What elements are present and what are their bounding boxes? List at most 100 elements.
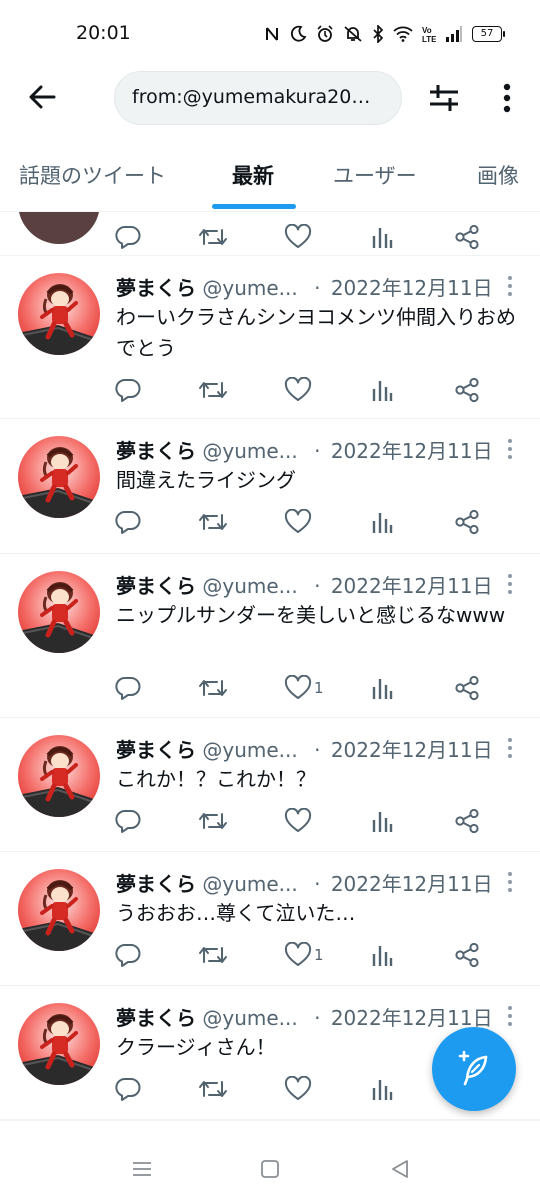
menu-lines-icon[interactable] xyxy=(130,1157,154,1181)
reply-button[interactable] xyxy=(114,507,142,537)
author-name[interactable]: 夢まくら xyxy=(116,738,196,762)
back-button[interactable] xyxy=(22,79,62,115)
views-button[interactable] xyxy=(370,673,394,703)
avatar[interactable] xyxy=(18,869,100,951)
tweet-date[interactable]: 2022年12月11日 xyxy=(331,574,493,598)
retweet-button[interactable] xyxy=(198,375,228,405)
tweet-text: これか！？これか！？ xyxy=(116,767,316,791)
share-button[interactable] xyxy=(454,375,480,405)
tab-top[interactable]: 話題のツイート xyxy=(19,160,166,190)
tweet[interactable]: 夢まくら @yume... · 2022年12月11日 わーいクラさんシンヨコメ… xyxy=(0,256,540,419)
reply-icon xyxy=(115,1077,141,1101)
like-button[interactable] xyxy=(284,222,312,252)
top-bar: from:@yumemakura20… xyxy=(0,66,540,128)
home-square-icon[interactable] xyxy=(258,1157,282,1181)
author-name[interactable]: 夢まくら xyxy=(116,574,196,598)
author-handle[interactable]: @yume... xyxy=(202,1006,297,1030)
like-button[interactable] xyxy=(284,507,314,537)
tweet[interactable]: 夢まくら @yume... · 2022年12月11日 うおおお…尊くて泣いた…… xyxy=(0,852,540,986)
svg-text:LTE: LTE xyxy=(422,35,436,43)
tweet[interactable]: 夢まくら @yume... · 2022年12月11日 ニップルサンダーを美しい… xyxy=(0,554,540,718)
reply-button[interactable] xyxy=(114,222,142,252)
tweet[interactable]: 夢まくら @yume... · 2022年12月11日 間違えたライジング xyxy=(0,419,540,554)
tab-photos[interactable]: 画像 xyxy=(477,160,519,190)
filter-button[interactable] xyxy=(424,80,464,116)
author-name[interactable]: 夢まくら xyxy=(116,439,196,463)
author-handle[interactable]: @yume... xyxy=(202,872,297,896)
tweet-menu-button[interactable] xyxy=(502,870,518,894)
tweet-menu-button[interactable] xyxy=(502,437,518,461)
author-name[interactable]: 夢まくら xyxy=(116,276,196,300)
tweet-menu-button[interactable] xyxy=(502,1004,518,1028)
views-button[interactable] xyxy=(370,806,394,836)
retweet-icon xyxy=(199,1081,227,1097)
author-handle[interactable]: @yume... xyxy=(202,738,297,762)
tweet-partial[interactable] xyxy=(0,212,540,256)
author-name[interactable]: 夢まくら xyxy=(116,1006,196,1030)
like-button[interactable] xyxy=(284,375,314,405)
retweet-button[interactable] xyxy=(198,222,228,252)
author-handle[interactable]: @yume... xyxy=(202,439,297,463)
share-button[interactable] xyxy=(454,806,480,836)
more-button[interactable] xyxy=(492,80,522,116)
more-vertical-icon xyxy=(503,83,511,113)
status-bar: 20:01 Vo LTE 57 xyxy=(0,0,540,66)
tweet-menu-button[interactable] xyxy=(502,274,518,298)
author-handle[interactable]: @yume... xyxy=(202,574,297,598)
avatar[interactable] xyxy=(18,273,100,355)
reply-button[interactable] xyxy=(114,673,142,703)
tweet-menu-button[interactable] xyxy=(502,572,518,596)
views-button[interactable] xyxy=(370,1074,394,1104)
reply-button[interactable] xyxy=(114,806,142,836)
retweet-button[interactable] xyxy=(198,1074,228,1104)
sliders-icon xyxy=(430,85,458,111)
back-triangle-icon[interactable] xyxy=(388,1157,412,1181)
mute-bell-icon xyxy=(344,26,362,42)
like-button[interactable] xyxy=(284,806,314,836)
retweet-button[interactable] xyxy=(198,673,228,703)
avatar[interactable] xyxy=(18,735,100,817)
share-button[interactable] xyxy=(454,940,480,970)
reply-button[interactable] xyxy=(114,375,142,405)
tweet-feed[interactable]: 夢まくら @yume... · 2022年12月11日 わーいクラさんシンヨコメ… xyxy=(0,212,540,1120)
reply-button[interactable] xyxy=(114,1074,142,1104)
avatar[interactable] xyxy=(18,212,100,244)
like-button[interactable]: 1 xyxy=(284,673,324,703)
reply-button[interactable] xyxy=(114,940,142,970)
tweet-date[interactable]: 2022年12月11日 xyxy=(331,738,493,762)
more-vertical-icon xyxy=(508,738,512,758)
share-button[interactable] xyxy=(454,222,480,252)
avatar[interactable] xyxy=(18,1003,100,1085)
search-query[interactable]: from:@yumemakura20… xyxy=(132,86,394,108)
more-vertical-icon xyxy=(508,1006,512,1026)
retweet-button[interactable] xyxy=(198,940,228,970)
more-vertical-icon xyxy=(508,439,512,459)
tweet-date[interactable]: 2022年12月11日 xyxy=(331,439,493,463)
tab-latest[interactable]: 最新 xyxy=(232,160,274,190)
views-button[interactable] xyxy=(370,507,394,537)
tweet-date[interactable]: 2022年12月11日 xyxy=(331,276,493,300)
avatar[interactable] xyxy=(18,436,100,518)
reply-icon xyxy=(115,676,141,700)
tweet-menu-button[interactable] xyxy=(502,736,518,760)
share-button[interactable] xyxy=(454,507,480,537)
views-button[interactable] xyxy=(370,375,394,405)
compose-button[interactable] xyxy=(432,1027,516,1111)
avatar[interactable] xyxy=(18,571,100,653)
like-button[interactable] xyxy=(284,1074,314,1104)
tweet-date[interactable]: 2022年12月11日 xyxy=(331,872,493,896)
bar-chart-icon xyxy=(372,228,393,248)
search-box[interactable]: from:@yumemakura20… xyxy=(114,71,402,125)
views-button[interactable] xyxy=(370,940,394,970)
like-button[interactable]: 1 xyxy=(284,940,324,970)
tab-people[interactable]: ユーザー xyxy=(333,160,417,190)
share-button[interactable] xyxy=(454,673,480,703)
retweet-button[interactable] xyxy=(198,806,228,836)
views-button[interactable] xyxy=(370,222,394,252)
tweet[interactable]: 夢まくら @yume... · 2022年12月11日 これか！？これか！？ xyxy=(0,718,540,852)
signal-icon xyxy=(446,26,462,42)
author-handle[interactable]: @yume... xyxy=(202,276,297,300)
retweet-button[interactable] xyxy=(198,507,228,537)
author-name[interactable]: 夢まくら xyxy=(116,872,196,896)
retweet-icon xyxy=(199,947,227,963)
